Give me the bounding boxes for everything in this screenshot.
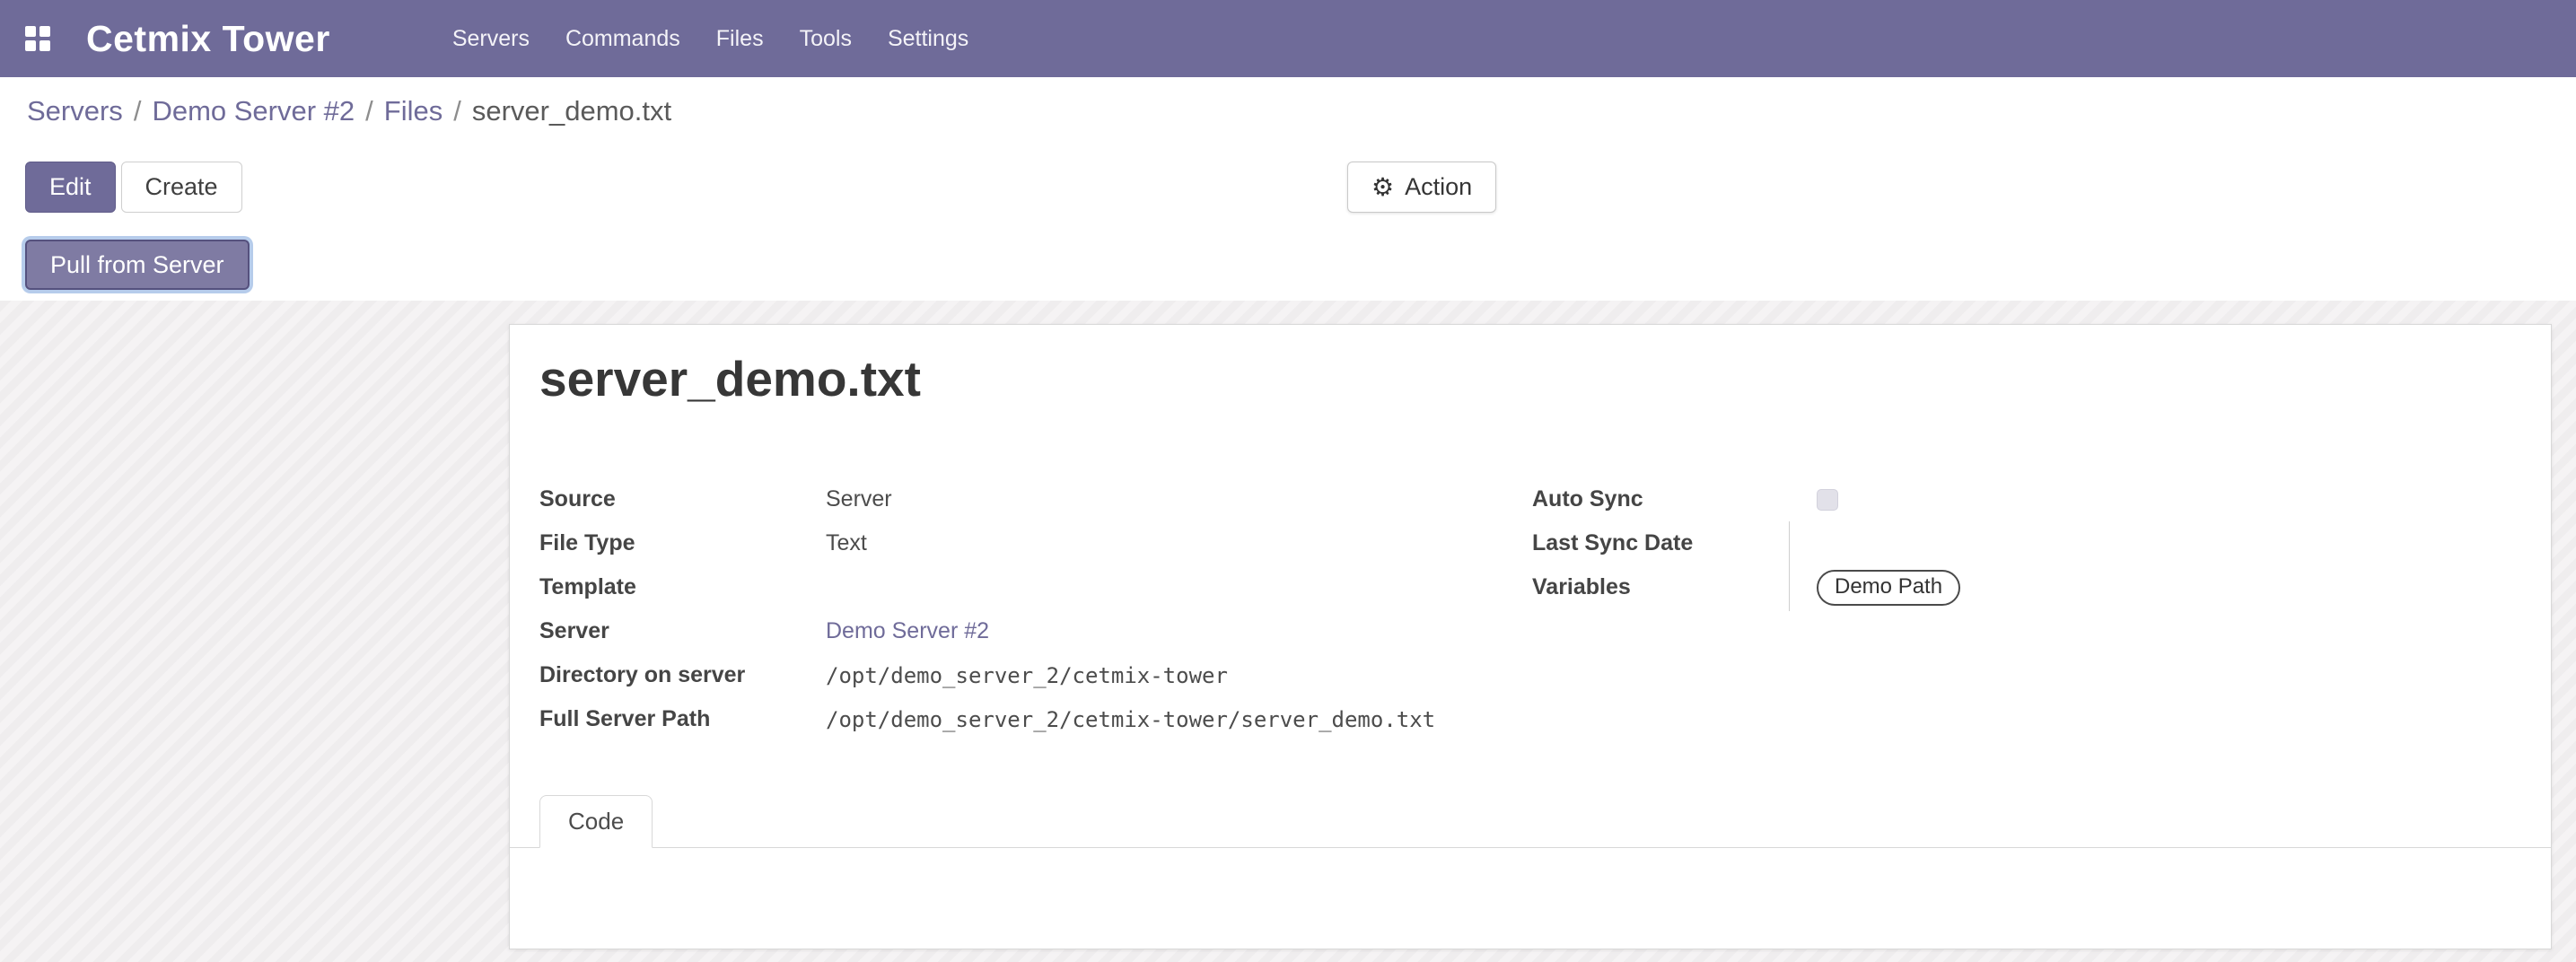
app-title: Cetmix Tower [86, 18, 330, 60]
pull-from-server-button[interactable]: Pull from Server [25, 240, 250, 290]
breadcrumb-separator: / [442, 95, 472, 127]
field-value-variables-wrap: Demo Path [1817, 570, 2499, 606]
top-navbar: Cetmix Tower Servers Commands Files Tool… [0, 0, 2576, 77]
edit-create-button-group: Edit Create [25, 162, 242, 213]
main-menu: Servers Commands Files Tools Settings [434, 0, 986, 77]
field-label-auto-sync: Auto Sync [1532, 486, 1817, 512]
auto-sync-checkbox[interactable] [1817, 489, 1838, 511]
menu-files[interactable]: Files [698, 0, 782, 77]
menu-commands[interactable]: Commands [548, 0, 698, 77]
variable-tag-demo-path[interactable]: Demo Path [1817, 570, 1960, 606]
create-button[interactable]: Create [121, 162, 242, 213]
tab-code[interactable]: Code [539, 795, 653, 848]
breadcrumb: Servers/Demo Server #2/Files/server_demo… [27, 92, 671, 131]
menu-servers[interactable]: Servers [434, 0, 548, 77]
field-value-server-link[interactable]: Demo Server #2 [826, 618, 1813, 644]
field-value-full-server-path: /opt/demo_server_2/cetmix-tower/server_d… [826, 707, 1813, 732]
apps-grid-square [25, 26, 36, 37]
field-label-source: Source [539, 486, 826, 512]
control-panel: Servers/Demo Server #2/Files/server_demo… [0, 77, 2576, 301]
breadcrumb-current: server_demo.txt [472, 95, 671, 127]
apps-grid-icon[interactable] [25, 26, 50, 51]
screen: Cetmix Tower Servers Commands Files Tool… [0, 0, 2576, 962]
field-label-full-server-path: Full Server Path [539, 706, 826, 732]
apps-grid-square [25, 40, 36, 51]
field-label-template: Template [539, 574, 826, 600]
action-button[interactable]: ⚙ Action [1347, 162, 1496, 213]
breadcrumb-files[interactable]: Files [384, 95, 442, 127]
action-button-label: Action [1405, 173, 1472, 201]
gear-icon: ⚙ [1371, 172, 1394, 202]
field-label-last-sync-date: Last Sync Date [1532, 530, 1817, 556]
field-group-right: Auto Sync Last Sync Date Variables Demo … [1532, 477, 2499, 609]
field-label-directory-on-server: Directory on server [539, 662, 826, 688]
apps-grid-square [39, 40, 50, 51]
menu-tools[interactable]: Tools [782, 0, 870, 77]
field-value-auto-sync-wrap [1817, 489, 2499, 511]
field-label-variables: Variables [1532, 574, 1817, 600]
breadcrumb-separator: / [355, 95, 384, 127]
edit-button[interactable]: Edit [25, 162, 116, 213]
breadcrumb-servers[interactable]: Servers [27, 95, 123, 127]
content-area: server_demo.txt Source Server File Type … [0, 301, 2576, 962]
menu-settings[interactable]: Settings [870, 0, 986, 77]
field-value-directory-on-server: /opt/demo_server_2/cetmix-tower [826, 663, 1813, 688]
breadcrumb-demo-server-2[interactable]: Demo Server #2 [152, 95, 355, 127]
field-divider [1789, 521, 1790, 611]
notebook-tabs: Code [510, 795, 2551, 848]
breadcrumb-separator: / [123, 95, 153, 127]
field-label-file-type: File Type [539, 530, 826, 556]
apps-grid-square [39, 26, 50, 37]
field-label-server: Server [539, 618, 826, 644]
record-title: server_demo.txt [539, 350, 921, 407]
record-sheet: server_demo.txt Source Server File Type … [509, 324, 2552, 949]
